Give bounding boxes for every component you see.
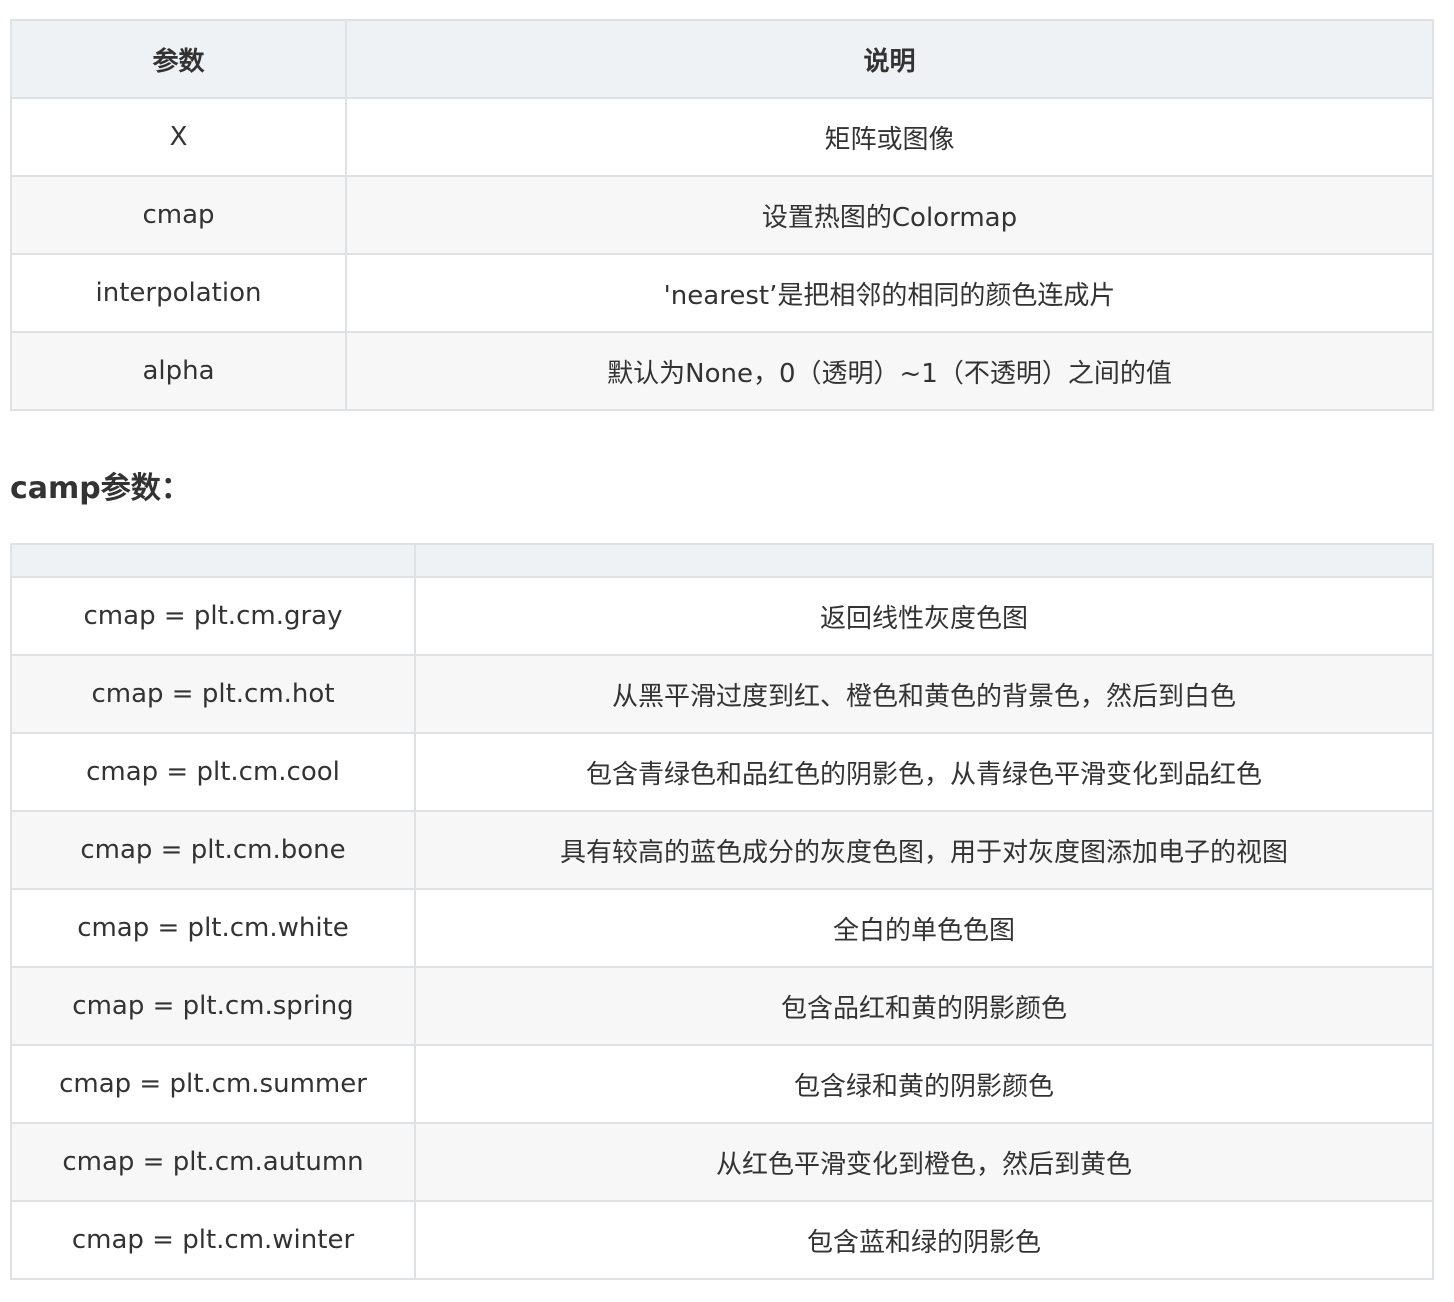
table-row: cmap = plt.cm.gray 返回线性灰度色图 (10, 576, 1434, 656)
table-header-row (10, 543, 1434, 578)
colormap-code-cell: cmap = plt.cm.spring (10, 966, 416, 1046)
colormap-description-cell: 包含绿和黄的阴影颜色 (414, 1044, 1434, 1124)
column-header-param: 参数 (10, 19, 347, 99)
param-name-cell: cmap (10, 175, 347, 255)
param-description-cell: 默认为None，0（透明）~1（不透明）之间的值 (345, 331, 1434, 411)
table-row: cmap = plt.cm.bone 具有较高的蓝色成分的灰度色图，用于对灰度图… (10, 810, 1434, 890)
colormap-description-cell: 具有较高的蓝色成分的灰度色图，用于对灰度图添加电子的视图 (414, 810, 1434, 890)
table-row: cmap = plt.cm.hot 从黑平滑过度到红、橙色和黄色的背景色，然后到… (10, 654, 1434, 734)
table-row: cmap = plt.cm.winter 包含蓝和绿的阴影色 (10, 1200, 1434, 1280)
table-row: X 矩阵或图像 (10, 97, 1434, 177)
colormap-code-cell: cmap = plt.cm.cool (10, 732, 416, 812)
colormap-description-cell: 从黑平滑过度到红、橙色和黄色的背景色，然后到白色 (414, 654, 1434, 734)
colormap-code-cell: cmap = plt.cm.gray (10, 576, 416, 656)
table-row: interpolation 'nearest’是把相邻的相同的颜色连成片 (10, 253, 1434, 333)
table-row: cmap = plt.cm.white 全白的单色色图 (10, 888, 1434, 968)
column-header-empty (10, 543, 416, 578)
colormap-description-cell: 包含蓝和绿的阴影色 (414, 1200, 1434, 1280)
colormap-code-cell: cmap = plt.cm.bone (10, 810, 416, 890)
colormap-code-cell: cmap = plt.cm.hot (10, 654, 416, 734)
parameters-table: 参数 说明 X 矩阵或图像 cmap 设置热图的Colormap interpo… (10, 19, 1434, 411)
param-name-cell: interpolation (10, 253, 347, 333)
colormap-code-cell: cmap = plt.cm.autumn (10, 1122, 416, 1202)
colormap-code-cell: cmap = plt.cm.summer (10, 1044, 416, 1124)
colormap-description-cell: 包含品红和黄的阴影颜色 (414, 966, 1434, 1046)
colormap-description-cell: 返回线性灰度色图 (414, 576, 1434, 656)
colormap-description-cell: 全白的单色色图 (414, 888, 1434, 968)
param-description-cell: 设置热图的Colormap (345, 175, 1434, 255)
table-row: cmap = plt.cm.cool 包含青绿色和品红色的阴影色，从青绿色平滑变… (10, 732, 1434, 812)
table-row: cmap = plt.cm.spring 包含品红和黄的阴影颜色 (10, 966, 1434, 1046)
section-heading: camp参数： (10, 471, 191, 506)
colormap-description-cell: 包含青绿色和品红色的阴影色，从青绿色平滑变化到品红色 (414, 732, 1434, 812)
table-row: cmap = plt.cm.summer 包含绿和黄的阴影颜色 (10, 1044, 1434, 1124)
param-description-cell: 'nearest’是把相邻的相同的颜色连成片 (345, 253, 1434, 333)
colormap-code-cell: cmap = plt.cm.white (10, 888, 416, 968)
table-row: cmap 设置热图的Colormap (10, 175, 1434, 255)
table-row: alpha 默认为None，0（透明）~1（不透明）之间的值 (10, 331, 1434, 411)
param-description-cell: 矩阵或图像 (345, 97, 1434, 177)
column-header-empty (414, 543, 1434, 578)
table-header-row: 参数 说明 (10, 19, 1434, 99)
colormap-table: cmap = plt.cm.gray 返回线性灰度色图 cmap = plt.c… (10, 543, 1434, 1280)
table-row: cmap = plt.cm.autumn 从红色平滑变化到橙色，然后到黄色 (10, 1122, 1434, 1202)
column-header-description: 说明 (345, 19, 1434, 99)
colormap-description-cell: 从红色平滑变化到橙色，然后到黄色 (414, 1122, 1434, 1202)
param-name-cell: X (10, 97, 347, 177)
colormap-code-cell: cmap = plt.cm.winter (10, 1200, 416, 1280)
param-name-cell: alpha (10, 331, 347, 411)
